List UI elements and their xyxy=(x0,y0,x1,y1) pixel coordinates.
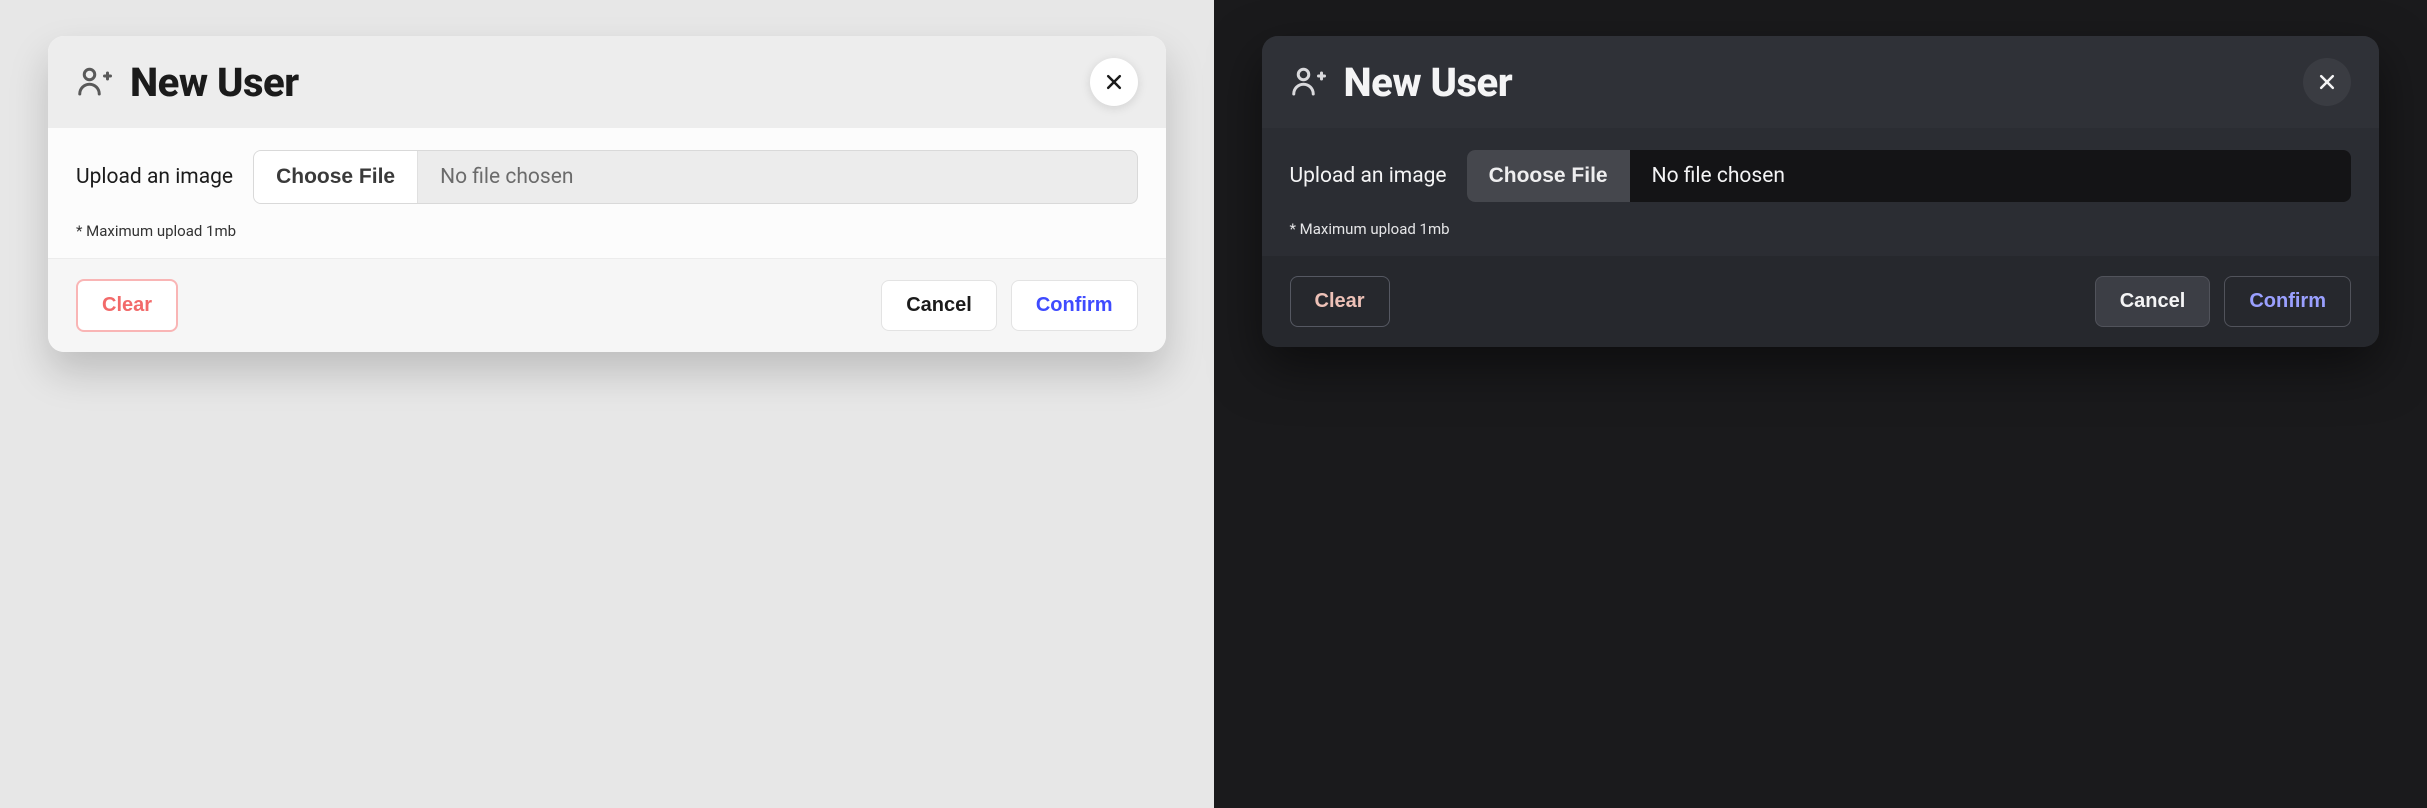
cancel-button[interactable]: Cancel xyxy=(881,280,997,331)
dialog-footer: Clear Cancel Confirm xyxy=(48,258,1166,352)
clear-button[interactable]: Clear xyxy=(1290,276,1390,327)
choose-file-button[interactable]: Choose File xyxy=(1467,150,1630,202)
close-button[interactable] xyxy=(1090,58,1138,106)
upload-label: Upload an image xyxy=(1290,164,1447,188)
clear-button[interactable]: Clear xyxy=(76,279,178,332)
new-user-dialog: New User Upload an image Choose File No … xyxy=(48,36,1166,352)
confirm-button[interactable]: Confirm xyxy=(1011,280,1138,331)
upload-label: Upload an image xyxy=(76,165,233,189)
upload-row: Upload an image Choose File No file chos… xyxy=(1290,150,2352,202)
upload-row: Upload an image Choose File No file chos… xyxy=(76,150,1138,204)
dialog-title: New User xyxy=(130,59,1090,106)
close-icon xyxy=(1104,72,1124,92)
cancel-button[interactable]: Cancel xyxy=(2095,276,2211,327)
dialog-footer: Clear Cancel Confirm xyxy=(1262,256,2380,347)
upload-hint: * Maximum upload 1mb xyxy=(76,222,1138,240)
file-input[interactable]: Choose File No file chosen xyxy=(1467,150,2351,202)
dialog-body: Upload an image Choose File No file chos… xyxy=(1262,128,2380,256)
close-button[interactable] xyxy=(2303,58,2351,106)
dialog-body: Upload an image Choose File No file chos… xyxy=(48,128,1166,258)
file-input[interactable]: Choose File No file chosen xyxy=(253,150,1137,204)
user-plus-icon xyxy=(1290,64,1326,100)
dialog-header: New User xyxy=(48,36,1166,128)
choose-file-button[interactable]: Choose File xyxy=(254,151,418,203)
upload-hint: * Maximum upload 1mb xyxy=(1290,220,2352,238)
user-plus-icon xyxy=(76,64,112,100)
light-theme-pane: New User Upload an image Choose File No … xyxy=(0,0,1214,808)
file-status-text: No file chosen xyxy=(1630,150,2351,202)
confirm-button[interactable]: Confirm xyxy=(2224,276,2351,327)
dialog-header: New User xyxy=(1262,36,2380,128)
dark-theme-pane: New User Upload an image Choose File No … xyxy=(1214,0,2427,808)
file-status-text: No file chosen xyxy=(418,151,1136,203)
close-icon xyxy=(2317,72,2337,92)
dialog-title: New User xyxy=(1344,59,2304,106)
new-user-dialog: New User Upload an image Choose File No … xyxy=(1262,36,2380,347)
